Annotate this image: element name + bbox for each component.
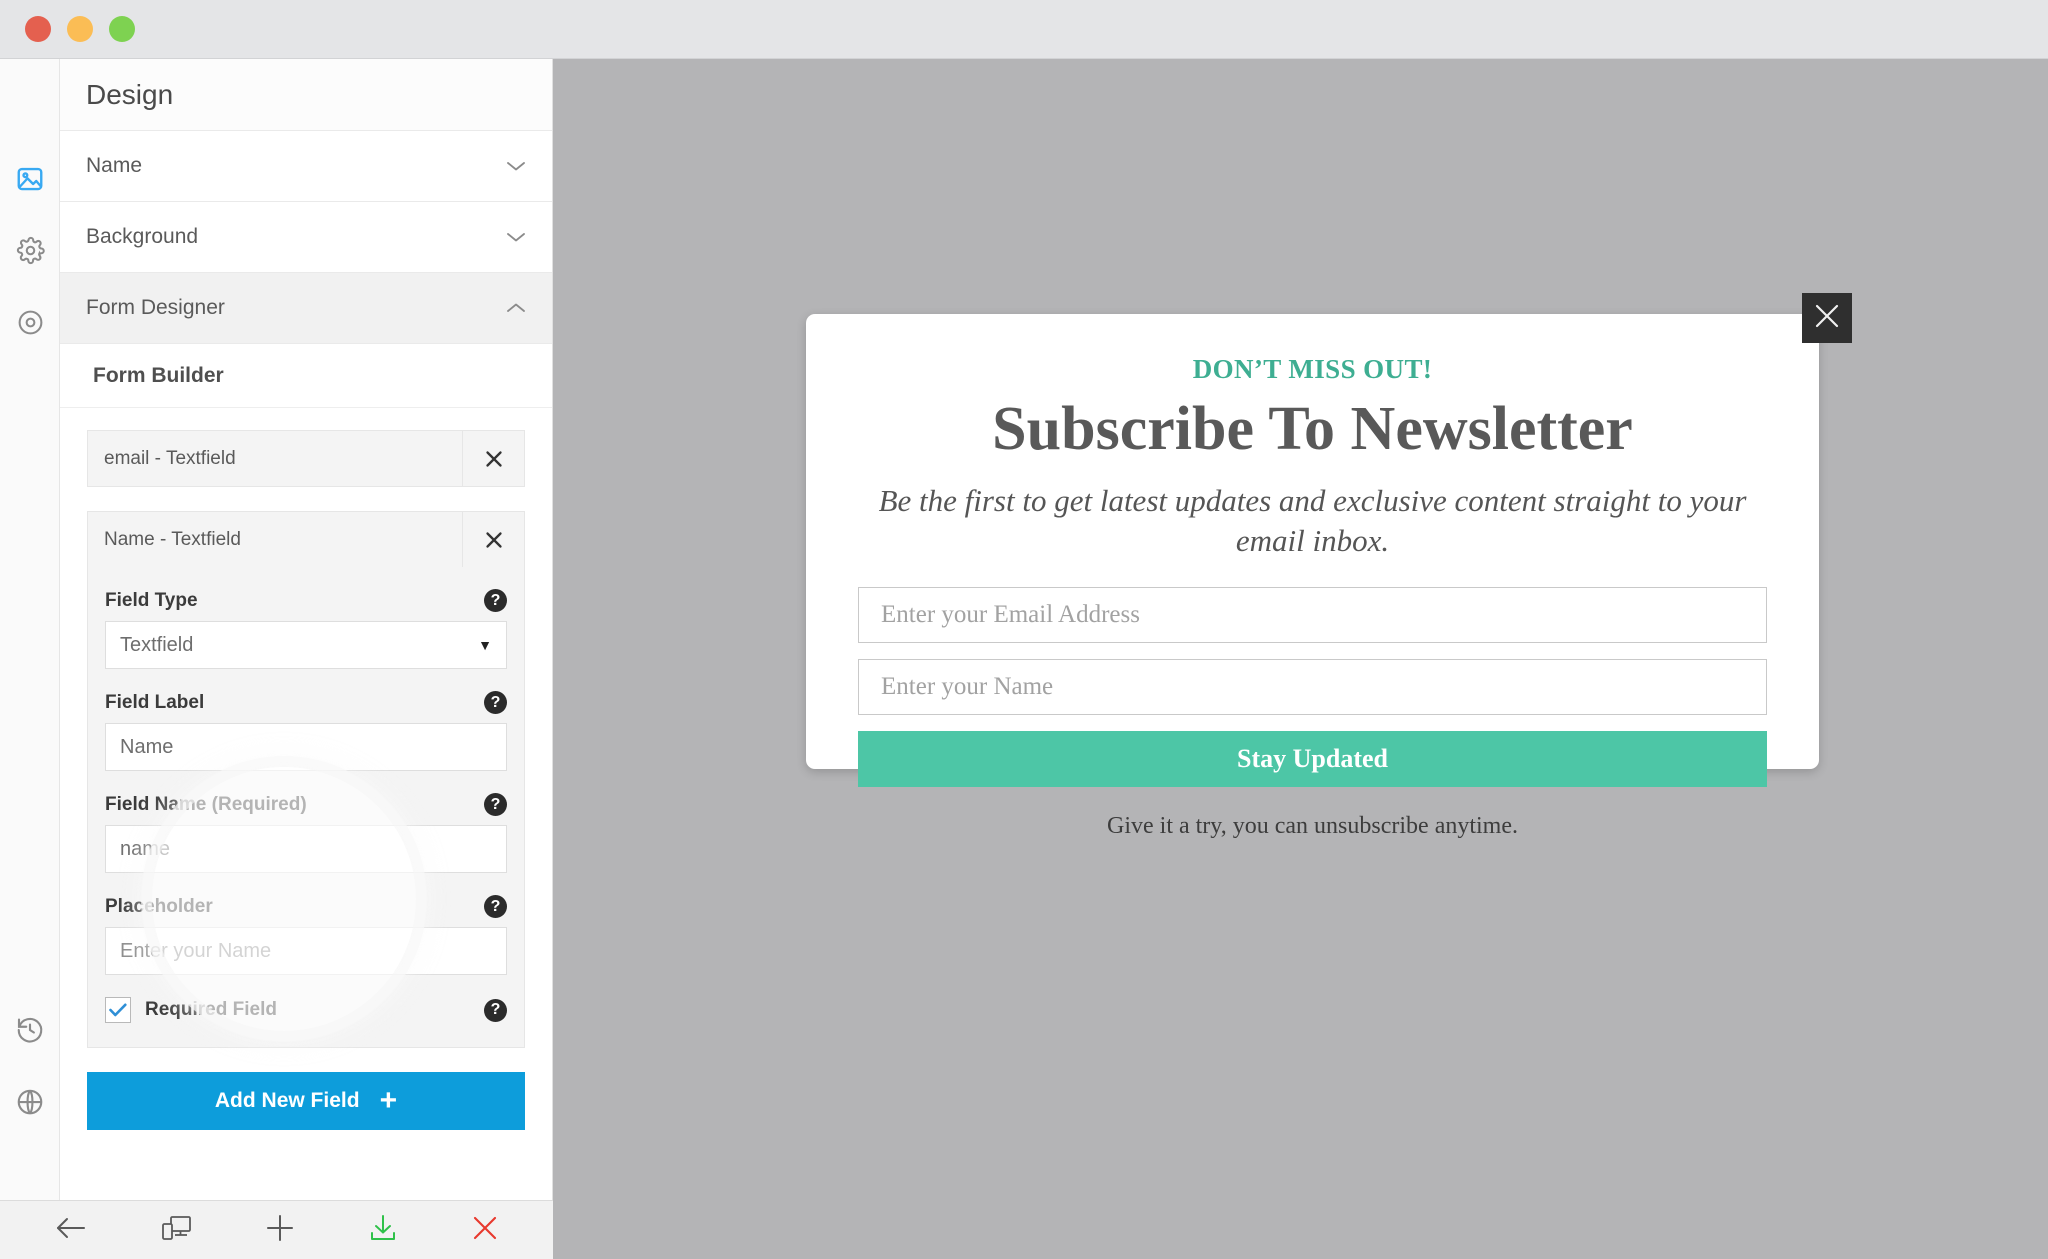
required-field-label: Required Field	[145, 999, 277, 1020]
popup-kicker: DON’T MISS OUT!	[1192, 354, 1433, 384]
caret-down-icon: ▼	[478, 637, 492, 653]
close-icon	[1812, 301, 1842, 336]
newsletter-popup: DON’T MISS OUT! Subscribe To Newsletter …	[806, 314, 1819, 839]
preview-canvas: DON’T MISS OUT! Subscribe To Newsletter …	[553, 59, 2048, 1259]
maximize-window-button[interactable]	[109, 16, 135, 42]
field-type-value: Textfield	[120, 633, 194, 656]
field-header-label: email - Textfield	[104, 447, 236, 469]
accordion-background-label: Background	[86, 225, 199, 248]
minimize-window-button[interactable]	[67, 16, 93, 42]
field-label-input[interactable]: Name	[105, 723, 507, 771]
plus-icon: +	[379, 1084, 398, 1117]
back-arrow-icon	[54, 1215, 88, 1246]
required-field-checkbox[interactable]	[105, 997, 131, 1023]
field-card-email: email - Textfield	[87, 430, 525, 487]
field-type-label-row: Field Type ?	[105, 589, 507, 612]
target-icon	[16, 308, 45, 342]
toolbar-responsive-button[interactable]	[161, 1214, 193, 1247]
rail-item-history[interactable]	[0, 996, 60, 1068]
chevron-up-icon	[506, 299, 526, 317]
required-field-row: Required Field ?	[105, 997, 507, 1023]
sub-section-form-builder[interactable]: Form Builder	[60, 344, 552, 408]
popup-submit-button[interactable]: Stay Updated	[858, 730, 1767, 787]
field-card-name: Name - Textfield Field Type ? Textfield …	[87, 511, 525, 1048]
field-type-label: Field Type	[105, 589, 198, 611]
left-icon-rail	[0, 59, 60, 1200]
toolbar-add-button[interactable]	[265, 1213, 295, 1248]
field-list: email - Textfield Name - Textfield Field…	[60, 408, 552, 1048]
plus-icon	[265, 1213, 295, 1248]
help-icon[interactable]: ?	[484, 793, 507, 816]
gear-icon	[16, 236, 45, 270]
window-titlebar	[0, 0, 2048, 59]
app-window: Design Name Background Form Designer For…	[0, 0, 2048, 1259]
history-icon	[15, 1015, 45, 1050]
accordion-form-designer[interactable]: Form Designer	[60, 273, 552, 344]
globe-icon	[15, 1087, 45, 1122]
chevron-down-icon	[506, 157, 526, 175]
rail-bottom-group	[0, 996, 60, 1140]
field-header-name[interactable]: Name - Textfield	[88, 512, 524, 567]
popup-footnote: Give it a try, you can unsubscribe anyti…	[1107, 812, 1518, 839]
field-type-select[interactable]: Textfield ▼	[105, 621, 507, 669]
popup-email-input[interactable]: Enter your Email Address	[858, 586, 1767, 643]
rail-top-group	[0, 145, 60, 361]
bottom-toolbar	[0, 1200, 553, 1259]
toolbar-download-button[interactable]	[368, 1213, 398, 1248]
traffic-lights	[25, 16, 135, 42]
responsive-device-icon	[161, 1214, 193, 1247]
field-header-label: Name - Textfield	[104, 528, 241, 550]
toolbar-back-button[interactable]	[54, 1215, 88, 1246]
design-panel: Design Name Background Form Designer For…	[60, 59, 553, 1200]
help-icon[interactable]: ?	[484, 589, 507, 612]
rail-item-target[interactable]	[0, 289, 60, 361]
placeholder-label: Placeholder	[105, 895, 213, 917]
popup-title: Subscribe To Newsletter	[992, 395, 1633, 463]
remove-field-button[interactable]	[462, 431, 524, 486]
popup-name-input[interactable]: Enter your Name	[858, 658, 1767, 715]
field-header-email[interactable]: email - Textfield	[88, 431, 524, 486]
help-icon[interactable]: ?	[484, 998, 507, 1022]
placeholder-label-row: Placeholder ?	[105, 895, 507, 918]
toolbar-close-button[interactable]	[471, 1214, 499, 1247]
field-label-label: Field Label	[105, 691, 205, 713]
required-field-control: Required Field	[105, 997, 277, 1023]
accordion-form-designer-label: Form Designer	[86, 296, 225, 319]
field-name-input[interactable]: name	[105, 825, 507, 873]
rail-item-settings[interactable]	[0, 217, 60, 289]
close-icon	[471, 1214, 499, 1247]
chevron-down-icon	[506, 228, 526, 246]
add-new-field-button[interactable]: Add New Field +	[87, 1072, 525, 1130]
remove-field-button[interactable]	[462, 512, 524, 567]
checkmark-icon	[109, 1003, 127, 1017]
field-properties: Field Type ? Textfield ▼ Field Label ? N…	[88, 567, 524, 1047]
accordion-name-label: Name	[86, 154, 143, 177]
panel-title: Design	[60, 59, 552, 131]
field-label-label-row: Field Label ?	[105, 691, 507, 714]
placeholder-input[interactable]: Enter your Name	[105, 927, 507, 975]
help-icon[interactable]: ?	[484, 691, 507, 714]
add-new-field-label: Add New Field	[214, 1089, 360, 1112]
image-icon	[15, 164, 45, 199]
rail-item-globe[interactable]	[0, 1068, 60, 1140]
popup-close-button[interactable]	[1802, 293, 1852, 343]
popup-subtitle: Be the first to get latest updates and e…	[878, 483, 1747, 558]
accordion-name[interactable]: Name	[60, 131, 552, 202]
close-window-button[interactable]	[25, 16, 51, 42]
help-icon[interactable]: ?	[484, 895, 507, 918]
rail-item-image[interactable]	[0, 145, 60, 217]
field-name-label-row: Field Name (Required) ?	[105, 793, 507, 816]
accordion-background[interactable]: Background	[60, 202, 552, 273]
field-name-label: Field Name (Required)	[105, 793, 307, 815]
download-icon	[368, 1213, 398, 1248]
